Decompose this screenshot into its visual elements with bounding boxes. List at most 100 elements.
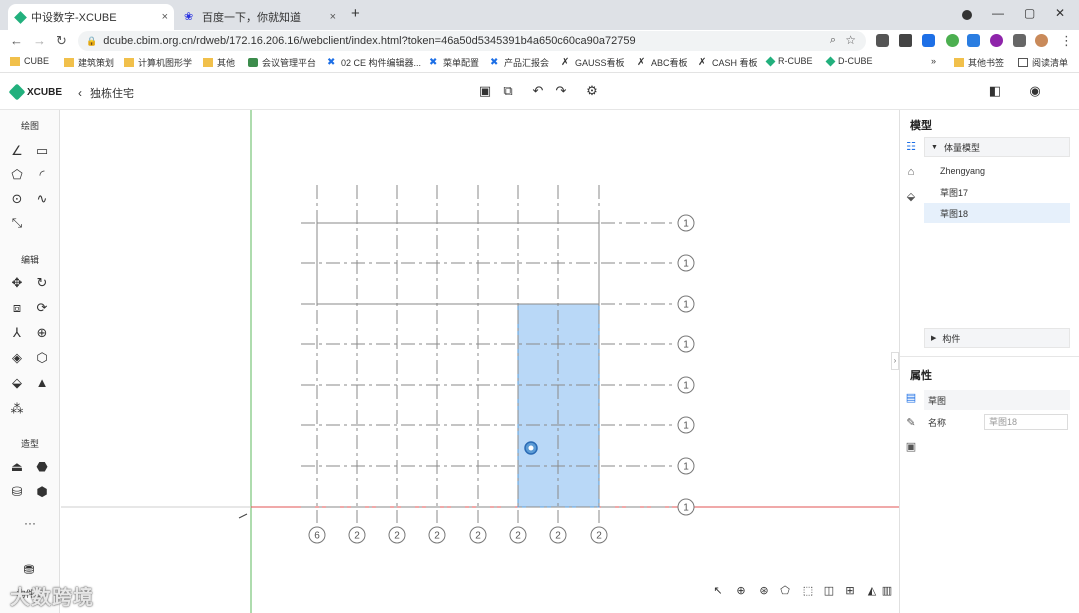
forward-arrow-icon[interactable]: → (33, 33, 46, 48)
url-field[interactable]: 🔒 dcube.cbim.org.cn/rdweb/172.16.206.16/… (78, 31, 866, 51)
bookmark-ce-editor[interactable]: ✖ 02 CE 构件编辑器... (327, 56, 421, 69)
bookmark-abc[interactable]: ✗ ABC看板 (637, 56, 688, 69)
tab-baidu[interactable]: ❀ 百度一下，你就知道 × (176, 4, 342, 30)
reading-list[interactable]: 阅读清单 (1018, 56, 1068, 69)
arc-tool-icon[interactable]: ◜ (33, 166, 51, 184)
solid-tool-icon[interactable]: ⬢ (33, 483, 51, 501)
back-arrow-icon[interactable]: ← (10, 33, 23, 48)
tree-item-sketch18[interactable]: 草图18 (924, 203, 1070, 223)
pick-tool-icon[interactable]: ⤡ (8, 214, 26, 232)
undo-icon[interactable]: ↶ (530, 83, 546, 99)
user-account-icon[interactable]: ◉ (1027, 83, 1043, 99)
close-window-button[interactable]: ✕ (1055, 6, 1065, 20)
project-title: 独栋住宅 (90, 88, 134, 100)
reload-icon[interactable]: ↻ (56, 33, 67, 49)
zoom-window-icon[interactable]: ⊛ (756, 583, 772, 599)
name-field[interactable]: 草图18 (984, 414, 1068, 430)
x-icon: ✖ (429, 57, 438, 68)
bookmark-other[interactable]: 其他 (203, 56, 235, 69)
view-iso-icon[interactable]: ⬠ (777, 583, 793, 599)
more-tools-button[interactable]: ··· (0, 516, 60, 530)
bookmark-cash[interactable]: ✗ CASH 看板 (698, 56, 758, 69)
extension-w-icon[interactable] (922, 34, 935, 47)
redo-icon[interactable]: ↷ (553, 83, 569, 99)
star-icon[interactable]: ☆ (845, 33, 856, 47)
panel-collapse-handle[interactable]: › (891, 352, 899, 370)
panel-toggle-icon[interactable]: ◧ (987, 83, 1003, 99)
bookmark-meeting[interactable]: 会议管理平台 (248, 56, 316, 69)
render-mode-icon[interactable]: ◭ (864, 583, 880, 599)
avatar[interactable] (1035, 34, 1048, 47)
bookmark-d-cube[interactable]: D-CUBE (825, 56, 873, 66)
cylinder-tool-icon[interactable]: ⛁ (8, 483, 26, 501)
tab-close-icon[interactable]: × (162, 11, 168, 23)
loft-tool-icon[interactable]: ⬣ (33, 458, 51, 476)
view-section-icon[interactable]: ◫ (821, 583, 837, 599)
properties-icon[interactable]: ▤ (900, 391, 922, 404)
extension-purple-icon[interactable] (990, 34, 1003, 47)
circle-tool-icon[interactable]: ⊙ (8, 190, 26, 208)
select-cursor-icon[interactable]: ↖ (710, 583, 726, 599)
rotate-tool-icon[interactable]: ↻ (33, 274, 51, 292)
stats-chart-icon[interactable]: ▥ (879, 583, 895, 599)
back-to-projects-button[interactable]: ‹ 独栋住宅 (78, 85, 134, 101)
bookmark-label: D-CUBE (838, 56, 873, 66)
brush-icon[interactable]: ✎ (900, 416, 922, 429)
bookmarks-bar: CUBE 建筑策划 计算机图形学 其他 会议管理平台 ✖ 02 CE 构件编辑器.… (0, 52, 1079, 73)
axis-tool-icon[interactable]: ⅄ (8, 324, 26, 342)
drawing-canvas[interactable]: 1111111162222222 ↖ ⊕ ⊛ ⬠ ⬚ ◫ ⊞ ◭ ▥ (61, 110, 899, 613)
bookmark-gauss[interactable]: ✗ GAUSS看板 (561, 56, 625, 69)
minimize-button[interactable]: — (992, 6, 1004, 20)
caret-right-icon: ▶ (931, 335, 937, 342)
bookmark-r-cube[interactable]: R-CUBE (765, 56, 813, 66)
folder-icon (64, 58, 74, 67)
tab-close-icon[interactable]: × (330, 11, 336, 23)
tree-item-sketch17[interactable]: 草图17 (924, 182, 1070, 202)
building-icon[interactable]: ▣ (900, 440, 922, 453)
fill-tool-icon[interactable]: ⬙ (8, 374, 26, 392)
save-icon[interactable]: ▣ (477, 83, 493, 99)
bookmarks-more-button[interactable]: » (931, 56, 936, 66)
tree-root-massing[interactable]: ▼ 体量模型 (924, 137, 1070, 157)
bookmark-product-report[interactable]: ✖ 产品汇报会 (490, 56, 549, 69)
paint-tool-icon[interactable]: ◈ (8, 349, 26, 367)
tree-view-icon[interactable]: ☷ (900, 140, 922, 153)
settings-gear-icon[interactable]: ⚙ (584, 83, 600, 99)
array-tool-icon[interactable]: ⁂ (8, 400, 26, 418)
polygon-tool-icon[interactable]: ⬠ (8, 166, 26, 184)
house-icon[interactable]: ⌂ (900, 166, 922, 178)
zoom-icon[interactable]: ⌕ (830, 34, 836, 47)
line-tool-icon[interactable]: ∠ (8, 142, 26, 160)
extension-mail-icon[interactable] (899, 34, 912, 47)
bookmark-other-folder[interactable]: 其他书签 (954, 56, 1004, 69)
extension-shield-icon[interactable] (967, 34, 980, 47)
bookmark-menu-config[interactable]: ✖ 菜单配置 (429, 56, 479, 69)
bookmark-graphics[interactable]: 计算机图形学 (124, 56, 192, 69)
profile-dot-icon[interactable] (962, 10, 972, 20)
zoom-fit-icon[interactable]: ⊕ (733, 583, 749, 599)
bookmark-planning[interactable]: 建筑策划 (64, 56, 114, 69)
tree-item-zhengyang[interactable]: Zhengyang (924, 161, 1070, 181)
offset-tool-icon[interactable]: ⟳ (33, 299, 51, 317)
extrude-tool-icon[interactable]: ⏏ (8, 458, 26, 476)
component-library-icon[interactable]: ⛃ (20, 561, 38, 579)
bookmark-cube[interactable]: CUBE (10, 56, 49, 66)
box-tool-icon[interactable]: ⬡ (33, 349, 51, 367)
rectangle-tool-icon[interactable]: ▭ (33, 142, 51, 160)
tab-xcube[interactable]: 中设数字-XCUBE × (8, 4, 174, 30)
scale-tool-icon[interactable]: ⧈ (8, 299, 26, 317)
shape-tool-icon[interactable]: ▲ (33, 374, 51, 392)
extensions-puzzle-icon[interactable] (1013, 34, 1026, 47)
spline-tool-icon[interactable]: ∿ (33, 190, 51, 208)
extension-green-icon[interactable] (946, 34, 959, 47)
new-tab-button[interactable]: + (351, 5, 360, 22)
tag-icon[interactable]: ⬙ (900, 190, 922, 203)
extension-qr-icon[interactable] (876, 34, 889, 47)
view-cube-icon[interactable]: ⬚ (800, 583, 816, 599)
move-tool-icon[interactable]: ✥ (8, 274, 26, 292)
save-as-icon[interactable]: ⧉ (500, 83, 516, 99)
boolean-tool-icon[interactable]: ⊕ (33, 324, 51, 342)
tree-components[interactable]: ▶ 构件 (924, 328, 1070, 348)
maximize-button[interactable]: ▢ (1024, 6, 1035, 20)
browser-menu-icon[interactable]: ⋮ (1060, 33, 1073, 49)
